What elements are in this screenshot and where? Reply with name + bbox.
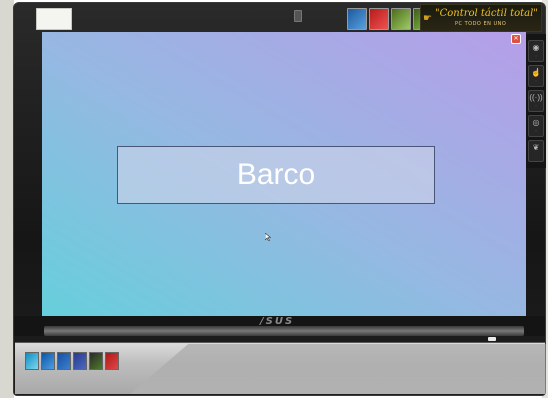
leaf-icon[interactable]: ❦ xyxy=(528,140,544,162)
touch-icon[interactable]: ☝:: xyxy=(528,65,544,87)
green-badge xyxy=(391,8,411,30)
ati-badge xyxy=(369,8,389,30)
bottom-stickers xyxy=(25,352,119,370)
eye-icon[interactable]: ◎:: xyxy=(528,115,544,137)
mouse-cursor-icon xyxy=(265,233,271,241)
windows-badge xyxy=(73,352,87,370)
promo-title: "Control táctil total" xyxy=(435,8,538,19)
ati-badge xyxy=(105,352,119,370)
side-control-panel: ◉:: ☝:: ((·)):: ◎:: ❦ xyxy=(526,34,546,168)
disc-icon[interactable]: ◉:: xyxy=(528,40,544,62)
chrome-strip xyxy=(44,326,524,336)
app-screen[interactable]: ✕ Barco xyxy=(42,32,526,316)
nvidia-badge xyxy=(89,352,103,370)
speaker-grill xyxy=(130,344,546,394)
pointing-hand-icon: ☛ xyxy=(423,13,432,24)
wifi-icon[interactable]: ((·)):: xyxy=(528,90,544,112)
word-card[interactable]: Barco xyxy=(117,146,435,204)
word-label: Barco xyxy=(236,158,316,191)
promo-banner: ☛ "Control táctil total" PC TODO EN UNO xyxy=(420,4,542,32)
windows-badge xyxy=(347,8,367,30)
intel-core-badge xyxy=(41,352,55,370)
close-icon[interactable]: ✕ xyxy=(511,34,521,44)
webcam xyxy=(294,10,302,22)
promo-subtitle: PC TODO EN UNO xyxy=(455,21,507,27)
photo-background-left xyxy=(0,0,14,398)
model-sticker xyxy=(36,8,72,30)
power-led xyxy=(488,337,496,341)
intel-badge xyxy=(25,352,39,370)
windows7-badge xyxy=(57,352,71,370)
